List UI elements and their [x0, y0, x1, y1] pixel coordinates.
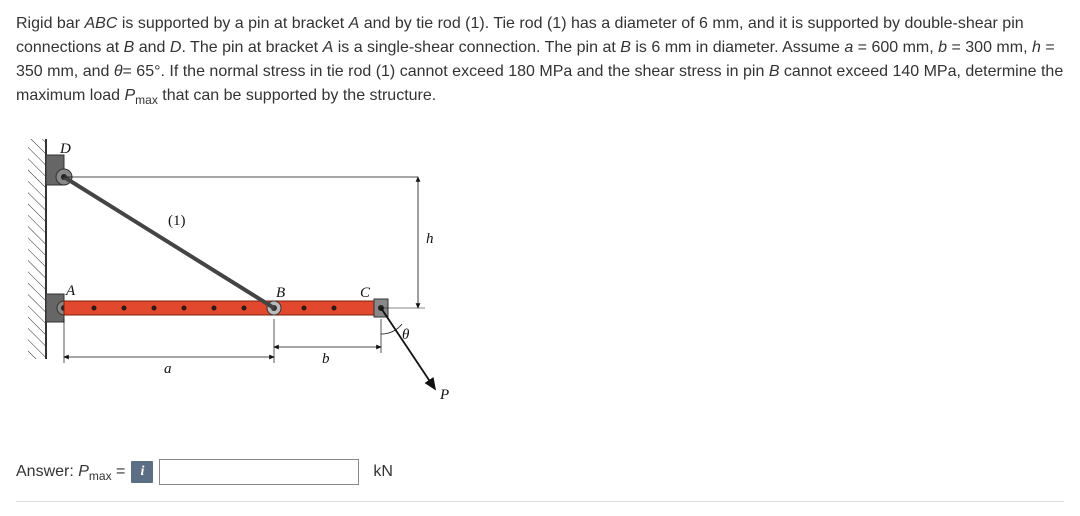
text: =: [112, 463, 126, 480]
text: = 600 mm,: [853, 39, 938, 56]
answer-input[interactable]: [159, 459, 359, 485]
label-A: A: [65, 283, 76, 299]
label-D: D: [59, 141, 71, 157]
unit-label: kN: [373, 460, 393, 484]
var-P: P: [78, 463, 89, 480]
text: is 6 mm in diameter. Assume: [631, 39, 844, 56]
problem-statement: Rigid bar ABC is supported by a pin at b…: [16, 12, 1064, 109]
text: Rigid bar: [16, 15, 84, 32]
answer-label: Answer: Pmax =: [16, 460, 125, 485]
label-b: b: [322, 351, 330, 367]
var-A: A: [349, 15, 360, 32]
var-P: P: [124, 87, 135, 104]
var-B: B: [769, 63, 780, 80]
label-h: h: [426, 231, 434, 247]
text: . The pin at bracket: [181, 39, 322, 56]
var-B: B: [620, 39, 631, 56]
label-rod: (1): [168, 213, 186, 229]
label-a: a: [164, 361, 172, 377]
var-theta: θ: [114, 63, 123, 80]
var-b: b: [938, 39, 947, 56]
var-a: a: [844, 39, 853, 56]
var-A: A: [323, 39, 334, 56]
var-D: D: [170, 39, 182, 56]
var-h: h: [1032, 39, 1041, 56]
answer-row: Answer: Pmax = i kN: [16, 459, 1064, 485]
text: = 65°. If the normal stress in tie rod (…: [123, 63, 769, 80]
var-B: B: [124, 39, 135, 56]
var-abc: ABC: [84, 15, 117, 32]
sub-max: max: [89, 469, 112, 483]
text: Answer:: [16, 463, 78, 480]
text: = 300 mm,: [947, 39, 1032, 56]
text: is a single-shear connection. The pin at: [333, 39, 620, 56]
text: is supported by a pin at bracket: [117, 15, 348, 32]
text: and: [134, 39, 170, 56]
label-theta: θ: [402, 327, 410, 343]
divider: [16, 501, 1064, 502]
label-B: B: [276, 285, 285, 301]
figure: D (1) A B C a b h θ P: [20, 139, 460, 419]
sub-max: max: [135, 93, 158, 107]
label-P: P: [439, 387, 449, 403]
text: that can be supported by the structure.: [158, 87, 436, 104]
label-C: C: [360, 285, 371, 301]
info-icon[interactable]: i: [131, 461, 153, 483]
